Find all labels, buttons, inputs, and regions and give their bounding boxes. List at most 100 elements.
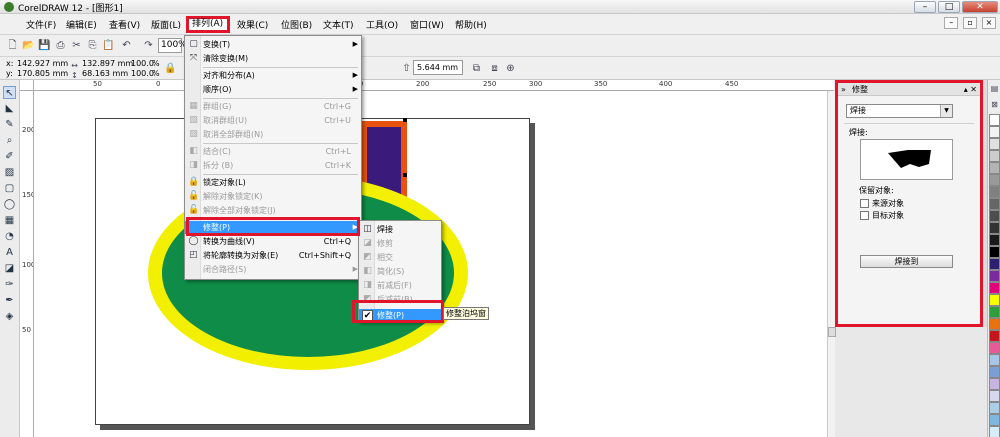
shaping-menu-item[interactable]: ◫ 焊接	[359, 223, 441, 236]
rectangle-tool-icon[interactable]: ▢	[3, 182, 16, 195]
minimize-button[interactable]: –	[914, 1, 936, 13]
print-icon[interactable]: ⎙	[54, 39, 67, 52]
fill-tool-icon[interactable]: ◈	[3, 310, 16, 323]
outline-tool-icon[interactable]: ✒	[3, 294, 16, 307]
arrange-menu-item[interactable]: 对齐和分布(A) ▶	[185, 69, 361, 82]
palette-swatch[interactable]	[989, 390, 1000, 402]
width-field[interactable]: 132.897 mm	[82, 59, 133, 68]
scrollbar-thumb[interactable]	[828, 327, 836, 337]
shaping-mode-select[interactable]: 焊接 ▼	[846, 104, 953, 118]
palette-swatch[interactable]	[989, 210, 1000, 222]
menu-edit[interactable]: 编辑(E)	[66, 18, 97, 31]
save-icon[interactable]: 💾	[38, 39, 51, 52]
arrange-menu-item[interactable]: 🔒 锁定对象(L)	[185, 176, 361, 189]
redo-icon[interactable]: ↷	[142, 39, 155, 52]
shaping-menu-item[interactable]: ◨ 前减后(F)	[359, 279, 441, 292]
palette-swatch[interactable]	[989, 138, 1000, 150]
palette-swatch[interactable]	[989, 174, 1000, 186]
docker-collapse-icon[interactable]: ▴	[964, 85, 968, 94]
doc-minimize-button[interactable]: –	[944, 17, 959, 29]
palette-swatch[interactable]	[989, 366, 1000, 378]
maximize-button[interactable]: □	[938, 1, 960, 13]
palette-swatch[interactable]	[989, 186, 1000, 198]
arrange-menu-item[interactable]: ▢ 变换(T) ▶	[185, 38, 361, 51]
freehand-tool-icon[interactable]: ✐	[3, 150, 16, 163]
menu-window[interactable]: 窗口(W)	[410, 18, 444, 31]
menu-layout[interactable]: 版面(L)	[151, 18, 181, 31]
menu-bitmaps[interactable]: 位图(B)	[281, 18, 312, 31]
arrange-menu-item[interactable]: ⤧ 清除变换(M)	[185, 52, 361, 65]
arrange-menu-item[interactable]: ◯ 转换为曲线(V) Ctrl+Q	[185, 235, 361, 248]
horizontal-ruler[interactable]: 50 0 50 100 150 200 250 300 350 400 450	[34, 80, 834, 91]
undo-icon[interactable]: ↶	[120, 39, 133, 52]
menu-view[interactable]: 查看(V)	[109, 18, 140, 31]
shaping-menu-item[interactable]: ◩ 相交	[359, 251, 441, 264]
palette-swatch[interactable]	[989, 270, 1000, 282]
shape-tool-icon[interactable]: ◣	[3, 102, 16, 115]
keep-target-checkbox[interactable]	[860, 211, 869, 220]
basic-shapes-tool-icon[interactable]: ◔	[3, 230, 16, 243]
zoom-tool-icon[interactable]: ⌕	[3, 134, 16, 147]
x-position-field[interactable]: 142.927 mm	[17, 59, 68, 68]
arrange-menu-item[interactable]: 🔓 解除对象锁定(K)	[185, 190, 361, 203]
palette-swatch[interactable]	[989, 282, 1000, 294]
selection-handle[interactable]	[403, 173, 407, 177]
text-tool-icon[interactable]: A	[3, 246, 16, 259]
nudge-distance-field[interactable]: 5.644 mm	[413, 60, 463, 75]
y-position-field[interactable]: 170.805 mm	[17, 69, 68, 78]
close-button[interactable]: ✕	[962, 1, 998, 13]
chevron-down-icon[interactable]: ▼	[940, 105, 952, 117]
menu-effects[interactable]: 效果(C)	[237, 18, 268, 31]
ruler-corner[interactable]	[20, 80, 34, 91]
arrange-menu-item[interactable]: 闭合路径(S) ▶	[185, 263, 361, 276]
palette-swatch[interactable]	[989, 402, 1000, 414]
interactive-blend-tool-icon[interactable]: ◪	[3, 262, 16, 275]
doc-close-button[interactable]: ×	[982, 17, 996, 29]
palette-swatch[interactable]	[989, 354, 1000, 366]
arrange-menu-item[interactable]: 🔓 解除全部对象锁定(J)	[185, 204, 361, 217]
new-document-icon[interactable]: 🗋	[6, 39, 19, 52]
menu-arrange[interactable]: 排列(A)	[186, 16, 230, 33]
palette-swatch[interactable]	[989, 222, 1000, 234]
palette-swatch[interactable]	[989, 198, 1000, 210]
palette-swatch[interactable]	[989, 378, 1000, 390]
to-front-icon[interactable]: ⧉	[470, 62, 483, 75]
pick-tool-icon[interactable]: ↖	[3, 86, 16, 99]
arrange-menu-item[interactable]: ▨ 取消全部群组(N)	[185, 128, 361, 141]
smart-fill-tool-icon[interactable]: ▨	[3, 166, 16, 179]
lock-ratio-icon[interactable]: 🔒	[164, 62, 177, 75]
palette-swatch[interactable]	[989, 234, 1000, 246]
arrange-menu-item[interactable]: ▧ 取消群组(U) Ctrl+U	[185, 114, 361, 127]
no-fill-icon[interactable]: ⊠	[988, 98, 1000, 111]
palette-swatch[interactable]	[989, 294, 1000, 306]
palette-swatch[interactable]	[989, 162, 1000, 174]
menu-help[interactable]: 帮助(H)	[455, 18, 487, 31]
vertical-ruler[interactable]: 200 150 100 50	[20, 91, 34, 437]
ellipse-tool-icon[interactable]: ◯	[3, 198, 16, 211]
arrange-menu-item[interactable]: ◨ 拆分 (B) Ctrl+K	[185, 159, 361, 172]
palette-swatch[interactable]	[989, 150, 1000, 162]
knife-tool-icon[interactable]: ✎	[3, 118, 16, 131]
arrange-menu-item[interactable]: 顺序(O) ▶	[185, 83, 361, 96]
doc-restore-button[interactable]: ▫	[963, 17, 978, 29]
palette-options-icon[interactable]: ▤	[988, 82, 1000, 95]
arrange-menu-item[interactable]: ◰ 将轮廓转换为对象(E) Ctrl+Shift+Q	[185, 249, 361, 262]
height-field[interactable]: 68.163 mm	[82, 69, 128, 78]
palette-swatch[interactable]	[989, 126, 1000, 138]
palette-swatch[interactable]	[989, 330, 1000, 342]
shaping-menu-item[interactable]: ◪ 修剪	[359, 237, 441, 250]
target-icon[interactable]: ⊕	[504, 62, 517, 75]
keep-source-checkbox[interactable]	[860, 199, 869, 208]
zoom-level-field[interactable]: 100%	[158, 38, 187, 53]
cut-icon[interactable]: ✂	[70, 39, 83, 52]
palette-swatch[interactable]	[989, 426, 1000, 437]
copy-icon[interactable]: ⎘	[86, 39, 99, 52]
arrange-menu-item[interactable]: ▦ 群组(G) Ctrl+G	[185, 100, 361, 113]
menu-text[interactable]: 文本(T)	[323, 18, 354, 31]
open-icon[interactable]: 📂	[22, 39, 35, 52]
docker-grip-icon[interactable]: »	[841, 83, 846, 96]
palette-swatch[interactable]	[989, 342, 1000, 354]
menu-file[interactable]: 文件(F)	[26, 18, 56, 31]
shaping-menu-item[interactable]: ◧ 简化(S)	[359, 265, 441, 278]
palette-swatch[interactable]	[989, 258, 1000, 270]
